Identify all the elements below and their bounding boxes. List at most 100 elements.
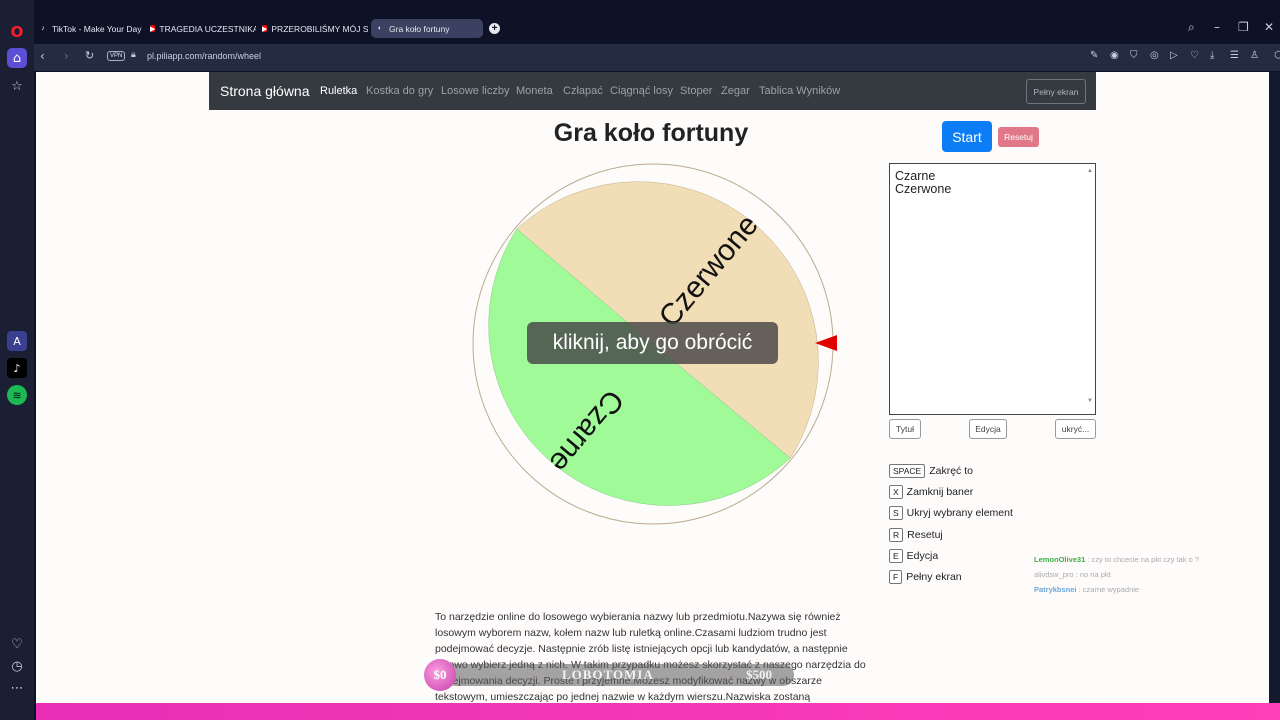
site-navbar: Strona główna Ruletka Kostka do gry Loso… (209, 72, 1096, 110)
chat-text: : czy to chcecie na pkt czy tak o ? (1087, 555, 1200, 564)
shortcut-e: E Edycja (889, 549, 938, 563)
names-textarea[interactable]: Czarne Czerwone ▲ ▼ (889, 163, 1096, 415)
brand-link[interactable]: Strona główna (220, 83, 310, 99)
page-scrollbar[interactable] (1269, 72, 1280, 703)
names-line: Czerwone (895, 182, 952, 196)
spotify-icon[interactable]: ≋ (7, 385, 27, 405)
chat-message: Patrykbsnei : czarne wypadnie (1034, 585, 1139, 594)
shortcut-action: Ukryj wybrany element (906, 507, 1013, 519)
shortcut-action: Pełny ekran (906, 571, 962, 583)
browser-sidebar: O ⌂ ☆ A ♪ ≋ ♡ ◷ ⋯ (0, 0, 34, 720)
aria-icon[interactable]: A (7, 331, 27, 351)
stream-goal-amount: $500 (746, 667, 772, 682)
profile-icon[interactable]: ♙ (1250, 50, 1259, 61)
tab-youtube-1[interactable]: ▶ TRAGEDIA UCZESTNIKA P (146, 19, 256, 38)
key-label: SPACE (889, 464, 926, 478)
nav-zegar[interactable]: Zegar (721, 85, 750, 97)
address-bar: ‹ › ↻ VPN 🔒︎ pl.piliapp.com/random/wheel… (34, 44, 1280, 71)
nav-kostka[interactable]: Kostka do gry (366, 85, 433, 97)
youtube-icon: ▶ (262, 25, 268, 33)
page-title: Gra koło fortuny (553, 119, 749, 147)
spin-overlay-button[interactable]: kliknij, aby go obrócić (527, 322, 778, 364)
tab-label: TRAGEDIA UCZESTNIKA P (159, 23, 256, 34)
close-icon[interactable]: ✕ (1264, 20, 1274, 34)
tab-label: PRZEROBILIŚMY MÓJ SAM (271, 23, 368, 34)
history-icon[interactable]: ◷ (7, 656, 27, 676)
chat-message: alivdsw_pro : no na pkt (1034, 570, 1111, 579)
piliapp-icon: ◐ (377, 25, 383, 32)
title-button[interactable]: Tytuł (889, 419, 921, 439)
shortcut-x: X Zamknij baner (889, 485, 973, 499)
key-label: R (889, 528, 904, 542)
start-button[interactable]: Start (942, 121, 992, 152)
fullscreen-button[interactable]: Pełny ekran (1026, 79, 1086, 104)
shortcut-f: F Pełny ekran (889, 570, 962, 584)
reset-button[interactable]: Resetuj (998, 127, 1039, 147)
heart-icon[interactable]: ♡ (1190, 50, 1199, 61)
minimize-icon[interactable]: – (1214, 20, 1220, 34)
more-icon[interactable]: ⋯ (7, 678, 27, 698)
menu-icon[interactable]: ☰ (1230, 50, 1239, 61)
nav-moneta[interactable]: Moneta (516, 85, 553, 97)
key-label: F (889, 570, 903, 584)
edit-button[interactable]: Edycja (969, 419, 1007, 439)
key-label: E (889, 549, 903, 563)
nav-tablica[interactable]: Tablica Wyników (759, 85, 840, 97)
nav-losy[interactable]: Ciągnąć losy (610, 85, 673, 97)
scroll-up-icon[interactable]: ▲ (1087, 165, 1093, 178)
download-icon[interactable]: ⤓ (1210, 50, 1214, 61)
chat-user: LemonOlive31 (1034, 555, 1086, 564)
reload-icon[interactable]: ↻ (85, 49, 94, 62)
scroll-down-icon[interactable]: ▼ (1087, 395, 1093, 408)
bottom-gradient-bar (36, 703, 1280, 720)
back-icon[interactable]: ‹ (40, 49, 45, 63)
key-label: S (889, 506, 903, 520)
restore-icon[interactable]: ❐ (1238, 20, 1249, 34)
lock-icon[interactable]: 🔒︎ (131, 50, 136, 60)
chat-message: LemonOlive31 : czy to chcecie na pkt czy… (1034, 555, 1199, 564)
tiktok-sidebar-icon[interactable]: ♪ (7, 358, 27, 378)
opera-logo-icon[interactable]: O (7, 22, 27, 42)
forward-icon[interactable]: › (64, 49, 69, 63)
shortcut-action: Zakręć to (929, 465, 973, 477)
url-field[interactable]: pl.piliapp.com/random/wheel (147, 51, 261, 61)
tiktok-icon: ♪ (41, 25, 45, 32)
nav-losowe-liczby[interactable]: Losowe liczby (441, 85, 509, 97)
page-viewport: Strona główna Ruletka Kostka do gry Loso… (36, 72, 1269, 703)
extensions-icon[interactable]: ⬡ (1274, 50, 1280, 61)
crypto-icon[interactable]: ◎ (1150, 50, 1159, 61)
tab-strip: ♪ TikTok - Make Your Day ▶ TRAGEDIA UCZE… (34, 0, 1280, 44)
search-tabs-icon[interactable]: ⌕ (1188, 20, 1195, 35)
shortcut-r: R Resetuj (889, 528, 943, 542)
shield-icon[interactable]: ⛉ (1130, 50, 1138, 61)
tab-tiktok[interactable]: ♪ TikTok - Make Your Day (34, 19, 146, 38)
stream-overlay-bar: $0 LOBOTOMIA $500 (424, 659, 794, 691)
shortcut-space: SPACE Zakręć to (889, 464, 973, 478)
chat-user: Patrykbsnei (1034, 585, 1077, 594)
stream-goal-label: LOBOTOMIA (562, 667, 654, 682)
tab-youtube-2[interactable]: ▶ PRZEROBILIŚMY MÓJ SAM (258, 19, 368, 38)
tab-label: Gra koło fortuny (389, 23, 450, 34)
heart-icon[interactable]: ♡ (7, 634, 27, 654)
hide-button[interactable]: ukryć... (1055, 419, 1096, 439)
home-icon[interactable]: ⌂ (7, 48, 27, 68)
pinboard-icon[interactable]: ☆ (7, 76, 27, 96)
edit-icon[interactable]: ✎ (1090, 50, 1098, 61)
play-icon[interactable]: ▷ (1170, 50, 1178, 61)
coin-badge: $0 (424, 659, 456, 691)
vpn-badge[interactable]: VPN (107, 51, 126, 61)
nav-czlapac[interactable]: Człapać (563, 85, 603, 97)
wheel-pointer-icon (815, 335, 837, 351)
shortcut-action: Zamknij baner (906, 486, 974, 498)
tab-label: TikTok - Make Your Day (52, 23, 142, 34)
shortcut-action: Resetuj (907, 529, 943, 541)
camera-icon[interactable]: ◉ (1110, 50, 1119, 61)
nav-stoper[interactable]: Stoper (680, 85, 712, 97)
chat-text: : no na pkt (1075, 570, 1111, 579)
nav-ruletka[interactable]: Ruletka (320, 85, 357, 97)
tab-wheel[interactable]: ◐ Gra koło fortuny (371, 19, 483, 38)
youtube-icon: ▶ (150, 25, 156, 33)
chat-user: alivdsw_pro (1034, 570, 1074, 579)
shortcut-s: S Ukryj wybrany element (889, 506, 1013, 520)
new-tab-button[interactable]: + (489, 23, 500, 34)
